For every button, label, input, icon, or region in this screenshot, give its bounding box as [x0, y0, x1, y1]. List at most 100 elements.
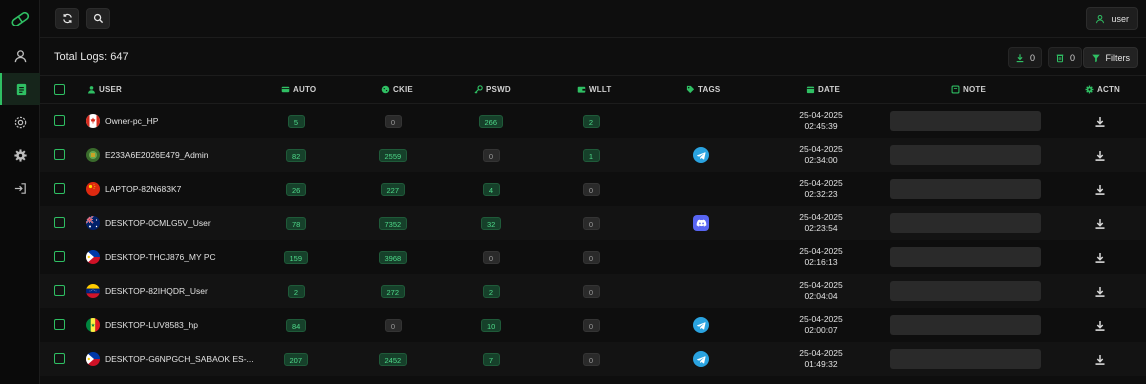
note-field[interactable]	[890, 213, 1041, 233]
download-log-icon[interactable]	[1094, 115, 1106, 127]
row-checkbox[interactable]	[54, 251, 65, 262]
user-menu-button[interactable]: user	[1086, 7, 1138, 30]
auto-count-badge[interactable]: 78	[286, 217, 307, 230]
download-log-icon[interactable]	[1094, 149, 1106, 161]
discord-icon[interactable]	[693, 215, 709, 231]
telegram-icon[interactable]	[693, 351, 709, 367]
user-name[interactable]: LAPTOP-82N683K7	[105, 184, 181, 194]
user-name[interactable]: Owner-pc_HP	[105, 116, 158, 126]
table-row[interactable]: E233A6E2026E479_Admin 82 2559 0 1 25-04-2025 0…	[40, 138, 1146, 172]
table-row[interactable]: DESKTOP-82IHQDR_User 2 272 2 0 25-04-2025 02:0…	[40, 274, 1146, 308]
wllt-count-badge[interactable]: 2	[582, 115, 600, 128]
ckie-count-badge[interactable]: 0	[384, 319, 402, 332]
pswd-count-badge[interactable]: 4	[482, 183, 500, 196]
user-name[interactable]: DESKTOP-THCJ876_MY PC	[105, 252, 216, 262]
wllt-count-badge[interactable]: 0	[582, 285, 600, 298]
search-button[interactable]	[86, 8, 110, 29]
app-logo[interactable]	[0, 0, 40, 38]
auto-count-badge[interactable]: 207	[283, 353, 309, 366]
wllt-count-badge[interactable]: 0	[582, 251, 600, 264]
ckie-count-badge[interactable]: 2452	[378, 353, 408, 366]
auto-count-badge[interactable]: 26	[286, 183, 307, 196]
pswd-count-badge[interactable]: 2	[482, 285, 500, 298]
table-row[interactable]: DESKTOP-G6NPGCH_SABAOK ES-... 207 2452 7 0 25…	[40, 342, 1146, 376]
ckie-count-badge[interactable]: 2559	[378, 149, 408, 162]
download-log-icon[interactable]	[1094, 183, 1106, 195]
log-date-day: 25-04-2025	[799, 348, 843, 358]
ckie-count-badge[interactable]: 272	[380, 285, 406, 298]
pswd-count-badge[interactable]: 0	[482, 251, 500, 264]
delete-button[interactable]: 0	[1047, 47, 1082, 68]
row-checkbox[interactable]	[54, 285, 65, 296]
user-name[interactable]: DESKTOP-G6NPGCH_SABAOK ES-...	[105, 354, 254, 364]
log-date-day: 25-04-2025	[799, 178, 843, 188]
column-header-actn[interactable]: ACTN	[1085, 85, 1120, 94]
wllt-count-badge[interactable]: 0	[582, 217, 600, 230]
select-all-checkbox[interactable]	[54, 84, 65, 95]
sidebar-item-logout[interactable]	[0, 172, 40, 204]
note-field[interactable]	[890, 281, 1041, 301]
telegram-icon[interactable]	[693, 317, 709, 333]
row-checkbox[interactable]	[54, 115, 65, 126]
download-log-icon[interactable]	[1094, 251, 1106, 263]
auto-count-badge[interactable]: 84	[286, 319, 307, 332]
column-header-tags[interactable]: TAGS	[686, 85, 720, 94]
row-checkbox[interactable]	[54, 217, 65, 228]
user-name[interactable]: DESKTOP-LUV8583_hp	[105, 320, 198, 330]
user-name[interactable]: DESKTOP-82IHQDR_User	[105, 286, 208, 296]
refresh-button[interactable]	[55, 8, 79, 29]
note-field[interactable]	[890, 179, 1041, 199]
auto-count-badge[interactable]: 82	[286, 149, 307, 162]
ckie-count-badge[interactable]: 227	[380, 183, 406, 196]
row-checkbox[interactable]	[54, 149, 65, 160]
wllt-count-badge[interactable]: 0	[582, 319, 600, 332]
wllt-count-badge[interactable]: 0	[582, 353, 600, 366]
table-row[interactable]: DESKTOP-0CMLG5V_User 78 7352 32 0 25-04-2025 0…	[40, 206, 1146, 240]
note-field[interactable]	[890, 247, 1041, 267]
table-row[interactable]: DESKTOP-LUV8583_hp 84 0 10 0 25-04-2025 02:00:…	[40, 308, 1146, 342]
pswd-count-badge[interactable]: 7	[482, 353, 500, 366]
row-checkbox[interactable]	[54, 319, 65, 330]
download-log-icon[interactable]	[1094, 353, 1106, 365]
ckie-count-badge[interactable]: 0	[384, 115, 402, 128]
wllt-count-badge[interactable]: 0	[582, 183, 600, 196]
column-header-date[interactable]: DATE	[806, 85, 840, 94]
note-field[interactable]	[890, 111, 1041, 131]
column-header-auto[interactable]: AUTO	[281, 85, 316, 94]
telegram-icon[interactable]	[693, 147, 709, 163]
download-log-icon[interactable]	[1094, 285, 1106, 297]
column-header-user[interactable]: USER	[87, 85, 122, 94]
row-checkbox[interactable]	[54, 183, 65, 194]
sidebar-item-settings[interactable]	[0, 139, 40, 171]
sidebar-item-builder[interactable]	[0, 106, 40, 138]
pswd-count-badge[interactable]: 32	[481, 217, 502, 230]
pswd-count-badge[interactable]: 0	[482, 149, 500, 162]
column-header-wllt[interactable]: WLLT	[577, 85, 611, 94]
sidebar-item-logs[interactable]	[0, 73, 40, 105]
row-checkbox[interactable]	[54, 353, 65, 364]
note-field[interactable]	[890, 315, 1041, 335]
pswd-count-badge[interactable]: 10	[481, 319, 502, 332]
auto-count-badge[interactable]: 2	[287, 285, 305, 298]
column-header-note[interactable]: NOTE	[951, 85, 986, 94]
table-row[interactable]: Owner-pc_HP 5 0 266 2 25-04-2025 02:45:39	[40, 104, 1146, 138]
filters-button[interactable]: Filters	[1082, 47, 1138, 68]
user-name[interactable]: DESKTOP-0CMLG5V_User	[105, 218, 211, 228]
user-name[interactable]: E233A6E2026E479_Admin	[105, 150, 209, 160]
note-field[interactable]	[890, 145, 1041, 165]
auto-count-badge[interactable]: 159	[283, 251, 309, 264]
download-log-icon[interactable]	[1094, 217, 1106, 229]
table-row[interactable]: DESKTOP-THCJ876_MY PC 159 3968 0 0 25-04-2025…	[40, 240, 1146, 274]
sidebar-item-profile[interactable]	[0, 40, 40, 72]
download-log-icon[interactable]	[1094, 319, 1106, 331]
note-field[interactable]	[890, 349, 1041, 369]
column-header-ckie[interactable]: CKIE	[381, 85, 413, 94]
download-all-button[interactable]: 0	[1007, 47, 1042, 68]
column-header-pswd[interactable]: PSWD	[474, 85, 511, 94]
wllt-count-badge[interactable]: 1	[582, 149, 600, 162]
ckie-count-badge[interactable]: 3968	[378, 251, 408, 264]
pswd-count-badge[interactable]: 266	[478, 115, 504, 128]
ckie-count-badge[interactable]: 7352	[378, 217, 408, 230]
auto-count-badge[interactable]: 5	[287, 115, 305, 128]
table-row[interactable]: LAPTOP-82N683K7 26 227 4 0 25-04-2025 02:32:23	[40, 172, 1146, 206]
